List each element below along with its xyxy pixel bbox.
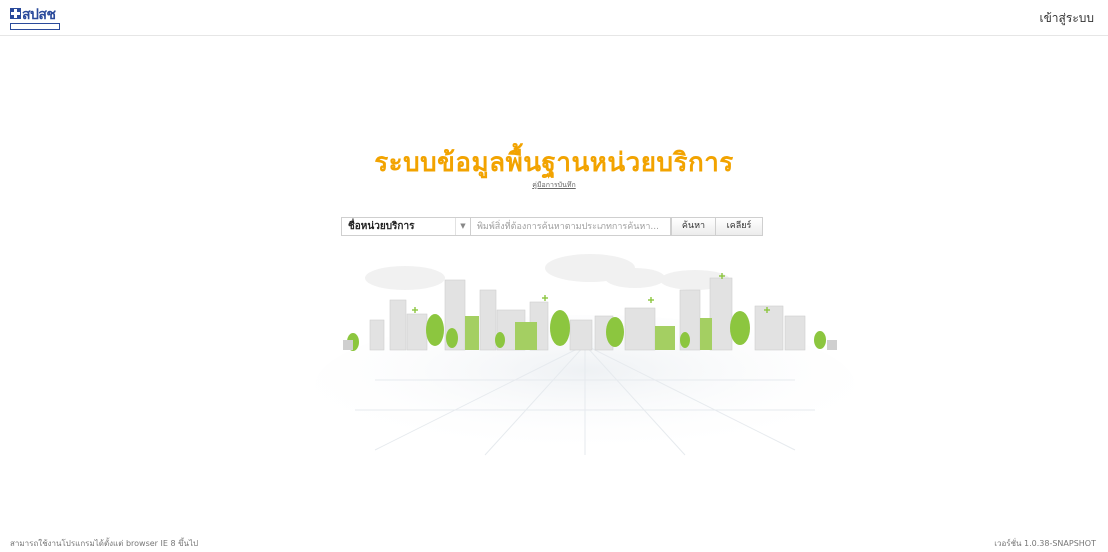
search-bar: ชื่อหน่วยบริการ ▼ ค้นหา เคลียร์ — [341, 217, 763, 237]
top-bar: สปสช เข้าสู่ระบบ — [0, 0, 1108, 36]
logo-subtitle-band — [10, 23, 60, 30]
clear-button[interactable]: เคลียร์ — [716, 217, 763, 236]
search-button[interactable]: ค้นหา — [671, 217, 716, 236]
search-type-value: ชื่อหน่วยบริการ — [348, 221, 415, 232]
chevron-down-icon[interactable]: ▼ — [455, 218, 470, 235]
login-link[interactable]: เข้าสู่ระบบ — [1040, 9, 1095, 28]
page-title: ระบบข้อมูลพื้นฐานหน่วยบริการ — [374, 148, 734, 178]
search-input[interactable] — [471, 217, 671, 236]
nhso-logo-icon — [10, 8, 21, 19]
manual-link[interactable]: คู่มือการบันทึก — [0, 180, 1108, 191]
city-illustration — [315, 254, 855, 456]
version-label: เวอร์ชั่น 1.0.38-SNAPSHOT — [994, 539, 1096, 548]
search-type-select[interactable]: ชื่อหน่วยบริการ ▼ — [341, 217, 471, 236]
browser-note: สามารถใช้งานโปรแกรมได้ตั้งแต่ browser IE… — [10, 539, 199, 548]
clouds — [365, 254, 730, 290]
nhso-logo[interactable]: สปสช — [10, 6, 62, 30]
